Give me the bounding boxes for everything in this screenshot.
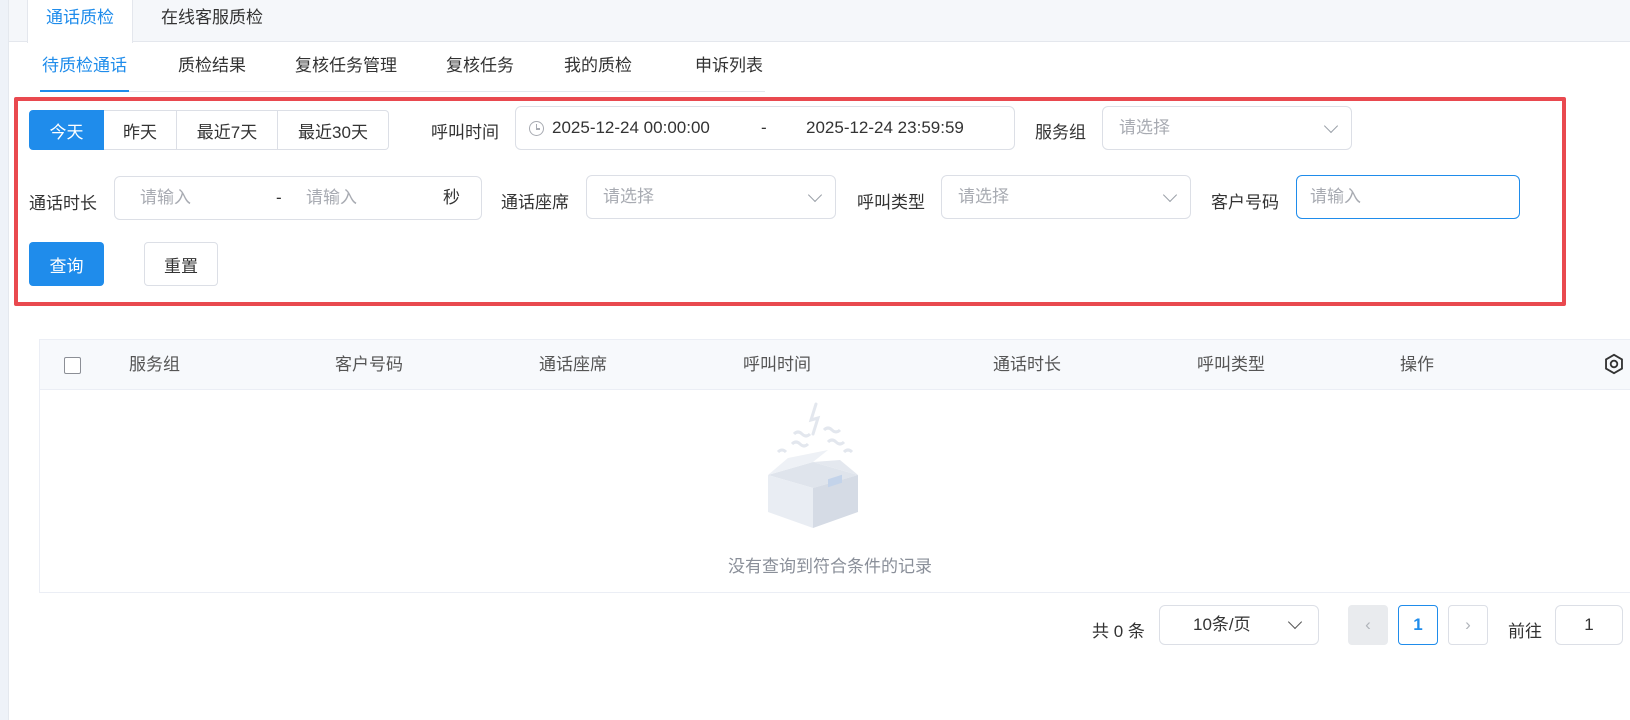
call-time-label: 呼叫时间 [431,123,499,142]
top-tab-bar: 通话质检 在线客服质检 [9,0,1630,43]
goto-page-input[interactable]: 1 [1555,605,1623,645]
select-all-checkbox[interactable] [64,357,81,374]
page-1-button[interactable]: 1 [1398,605,1438,645]
table-header: 服务组 客户号码 通话座席 呼叫时间 通话时长 呼叫类型 操作 [40,340,1630,390]
left-edge [0,0,9,720]
tab-qc-results[interactable]: 质检结果 [178,48,246,92]
range-7-days-button[interactable]: 最近7天 [177,110,278,150]
customer-number-input[interactable]: 请输入 [1296,175,1520,219]
duration-unit: 秒 [443,188,460,207]
chevron-left-icon: ‹ [1365,615,1371,634]
chevron-down-icon [1323,118,1339,134]
call-time-start[interactable]: 2025-12-24 00:00:00 [552,107,710,149]
active-tab-indicator [40,90,129,92]
prev-page-button[interactable]: ‹ [1348,605,1388,645]
tab-my-qc[interactable]: 我的质检 [564,48,632,92]
column-agent[interactable]: 通话座席 [539,340,607,390]
page-size-select[interactable]: 10条/页 [1159,605,1319,645]
sub-tab-bar: 待质检通话 质检结果 复核任务管理 复核任务 我的质检 申诉列表 [40,48,765,92]
goto-label: 前往 [1508,622,1542,641]
tab-pending-qc-calls[interactable]: 待质检通话 [42,48,127,92]
pagination-total: 共 0 条 [1092,622,1145,641]
query-button[interactable]: 查询 [29,242,104,286]
range-today-button[interactable]: 今天 [29,110,104,150]
column-call-time[interactable]: 呼叫时间 [743,340,811,390]
call-time-range-picker[interactable]: 2025-12-24 00:00:00 - 2025-12-24 23:59:5… [515,106,1015,150]
call-type-placeholder: 请选择 [958,187,1009,206]
chevron-down-icon [1287,614,1303,630]
agent-label: 通话座席 [501,193,569,212]
agent-select[interactable]: 请选择 [586,175,836,219]
tab-review-task-management[interactable]: 复核任务管理 [295,48,397,92]
column-service-group[interactable]: 服务组 [129,340,180,390]
column-duration[interactable]: 通话时长 [993,340,1061,390]
duration-label: 通话时长 [29,194,97,213]
settings-icon[interactable] [1603,353,1625,375]
call-time-end[interactable]: 2025-12-24 23:59:59 [806,107,964,149]
range-yesterday-button[interactable]: 昨天 [104,110,177,150]
reset-button[interactable]: 重置 [144,242,218,286]
next-page-button[interactable]: › [1448,605,1488,645]
chevron-down-icon [1162,187,1178,203]
clock-icon [529,121,544,136]
empty-state-text: 没有查询到符合条件的记录 [728,557,932,576]
tab-online-service-qc[interactable]: 在线客服质检 [143,0,281,42]
column-customer-number[interactable]: 客户号码 [335,340,403,390]
tab-call-qc[interactable]: 通话质检 [27,0,133,43]
service-group-label: 服务组 [1035,123,1086,142]
tab-appeal-list[interactable]: 申诉列表 [695,48,763,92]
tab-review-tasks[interactable]: 复核任务 [446,48,514,92]
empty-box-icon [768,402,858,528]
service-group-select[interactable]: 请选择 [1102,106,1352,150]
range-30-days-button[interactable]: 最近30天 [278,110,389,150]
agent-placeholder: 请选择 [603,187,654,206]
call-time-separator: - [761,118,767,137]
call-type-select[interactable]: 请选择 [941,175,1191,219]
duration-max-input[interactable]: 请输入 [306,177,357,219]
customer-number-placeholder: 请输入 [1310,187,1361,206]
duration-separator: - [276,188,282,207]
quick-range-group: 今天 昨天 最近7天 最近30天 [29,110,389,150]
duration-range-input: 请输入 - 请输入 秒 [114,176,482,220]
customer-number-label: 客户号码 [1211,193,1279,212]
call-type-label: 呼叫类型 [857,193,925,212]
chevron-down-icon [807,187,823,203]
chevron-right-icon: › [1465,615,1471,634]
column-call-type[interactable]: 呼叫类型 [1197,340,1265,390]
page-size-value: 10条/页 [1193,615,1251,634]
column-actions: 操作 [1400,355,1434,374]
service-group-placeholder: 请选择 [1119,118,1170,137]
duration-min-input[interactable]: 请输入 [140,177,191,219]
